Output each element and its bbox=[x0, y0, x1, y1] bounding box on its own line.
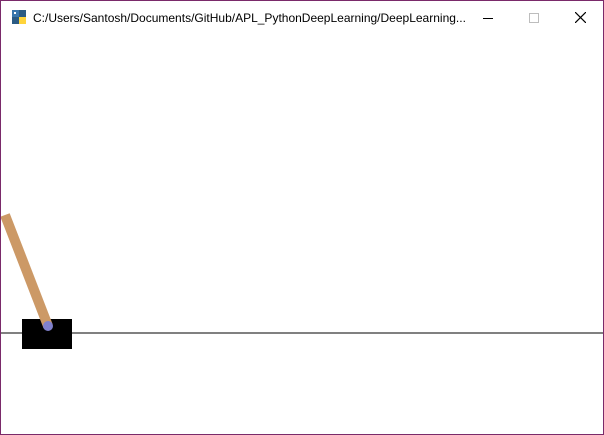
close-button[interactable] bbox=[557, 1, 603, 34]
close-icon bbox=[574, 12, 586, 23]
maximize-button[interactable] bbox=[511, 1, 557, 34]
app-window: C:/Users/Santosh/Documents/GitHub/APL_Py… bbox=[0, 0, 604, 435]
window-title: C:/Users/Santosh/Documents/GitHub/APL_Py… bbox=[33, 11, 466, 25]
minimize-icon bbox=[483, 17, 493, 19]
python-icon bbox=[12, 10, 26, 24]
title-bar[interactable]: C:/Users/Santosh/Documents/GitHub/APL_Py… bbox=[1, 1, 603, 34]
axle bbox=[43, 321, 53, 331]
minimize-button[interactable] bbox=[465, 1, 511, 34]
pole bbox=[1, 213, 53, 328]
maximize-icon bbox=[529, 12, 539, 23]
cartpole-canvas bbox=[1, 213, 603, 349]
